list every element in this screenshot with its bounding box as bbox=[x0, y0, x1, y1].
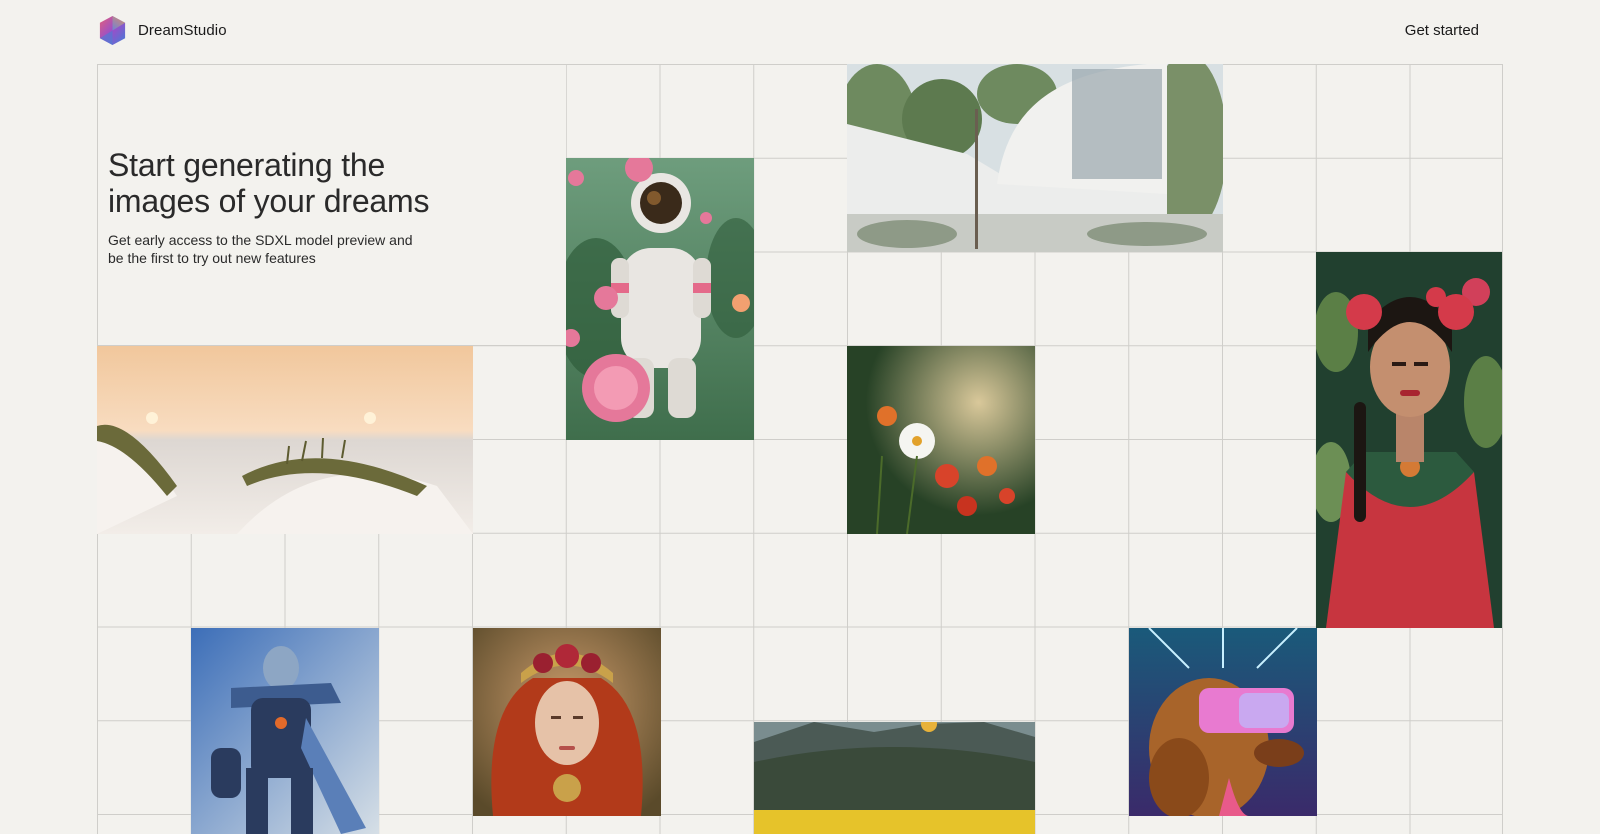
hero-title: Start generating the images of your drea… bbox=[108, 147, 430, 219]
futuristic-house-image[interactable] bbox=[847, 64, 1223, 252]
get-started-button[interactable]: Get started bbox=[1405, 22, 1479, 39]
blue-robot-warrior-image[interactable] bbox=[191, 628, 379, 834]
woman-portrait-flowers-image[interactable] bbox=[1316, 252, 1502, 628]
daisy-field-image[interactable] bbox=[847, 346, 1035, 534]
hero-subtitle: Get early access to the SDXL model previ… bbox=[108, 232, 413, 266]
brand-name: DreamStudio bbox=[138, 22, 227, 39]
mountain-valley-image[interactable] bbox=[754, 722, 1035, 834]
top-header: DreamStudio Get started bbox=[0, 0, 1600, 64]
brand-logo[interactable]: DreamStudio bbox=[97, 15, 227, 46]
hero-section: Start generating the images of your drea… bbox=[97, 64, 566, 346]
image-grid: Start generating the images of your drea… bbox=[97, 64, 1503, 834]
dreamstudio-logo-icon bbox=[99, 15, 126, 46]
sunset-dunes-image[interactable] bbox=[97, 346, 473, 534]
redhead-crown-portrait-image[interactable] bbox=[473, 628, 661, 816]
dog-vr-headset-image[interactable] bbox=[1129, 628, 1317, 816]
astronaut-with-roses-image[interactable] bbox=[566, 158, 754, 440]
